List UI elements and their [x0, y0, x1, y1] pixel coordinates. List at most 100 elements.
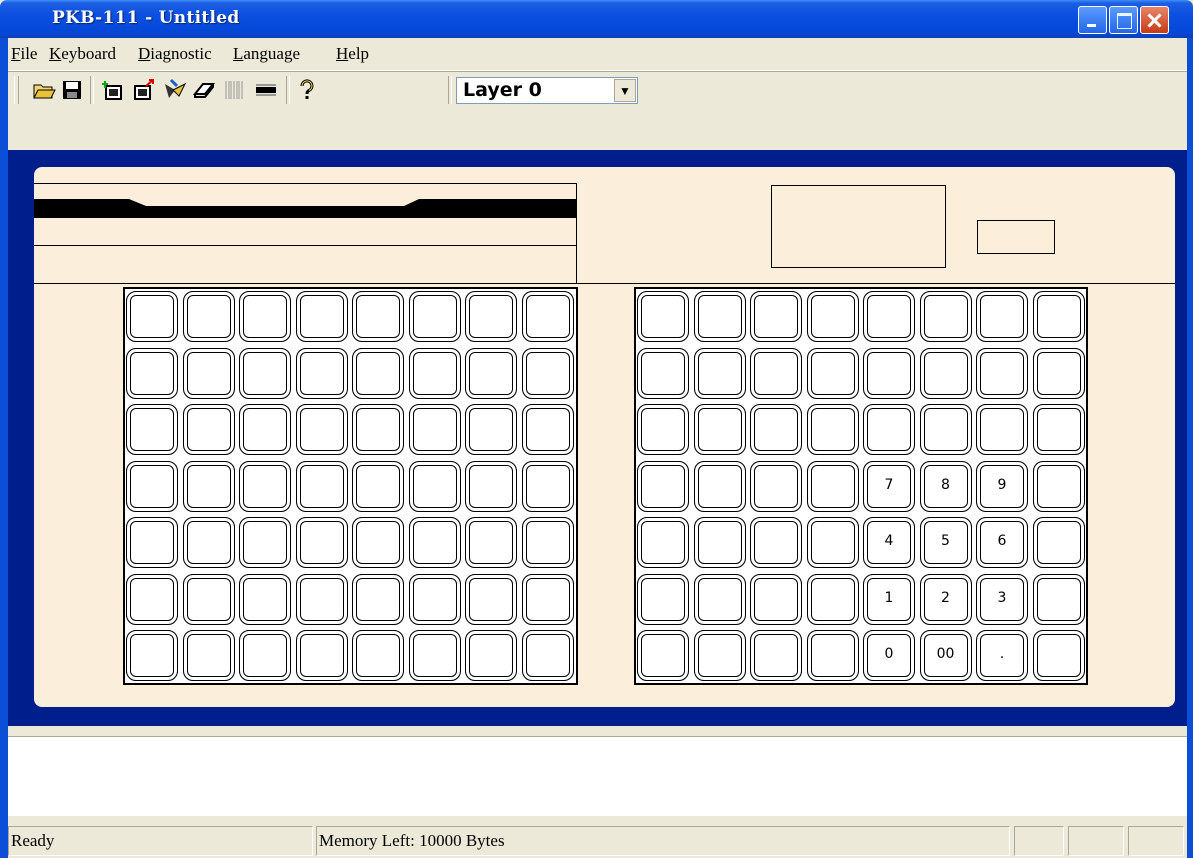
key-button[interactable]	[637, 517, 689, 568]
key-button[interactable]	[295, 291, 348, 342]
key-button[interactable]	[521, 404, 574, 455]
key-button[interactable]	[408, 291, 461, 342]
key-button[interactable]	[239, 404, 291, 455]
key-button[interactable]	[806, 291, 859, 342]
key-button[interactable]	[408, 460, 461, 512]
key-button[interactable]	[806, 404, 859, 455]
key-button[interactable]	[806, 460, 859, 512]
key-button[interactable]	[750, 573, 802, 625]
key-button[interactable]	[465, 291, 517, 342]
open-icon[interactable]	[32, 78, 56, 102]
key-button[interactable]	[352, 517, 404, 568]
key-button[interactable]	[352, 573, 404, 625]
key-button[interactable]	[750, 404, 802, 455]
close-button[interactable]	[1140, 6, 1169, 34]
key-button[interactable]	[295, 517, 348, 568]
key-button[interactable]	[693, 347, 746, 399]
key-button[interactable]	[352, 404, 404, 455]
key-button[interactable]	[521, 291, 574, 342]
key-button[interactable]	[295, 630, 348, 681]
key-button[interactable]	[637, 291, 689, 342]
key-button[interactable]	[295, 404, 348, 455]
key-button[interactable]	[239, 630, 291, 681]
key-button[interactable]	[239, 573, 291, 625]
key-button[interactable]	[239, 460, 291, 512]
key-button[interactable]	[295, 460, 348, 512]
key-button[interactable]: 2	[919, 573, 972, 625]
help-icon[interactable]	[295, 78, 319, 102]
menu-help[interactable]: Help	[336, 44, 369, 64]
minimize-button[interactable]	[1078, 6, 1107, 34]
key-button[interactable]	[863, 404, 915, 455]
key-button[interactable]	[408, 347, 461, 399]
key-button[interactable]: 00	[919, 630, 972, 681]
key-button[interactable]	[408, 630, 461, 681]
key-button[interactable]	[750, 460, 802, 512]
key-button[interactable]	[239, 291, 291, 342]
key-button[interactable]	[126, 404, 178, 455]
chevron-down-icon[interactable]: ▼	[614, 79, 636, 102]
key-button[interactable]	[1032, 404, 1085, 455]
key-button[interactable]	[693, 460, 746, 512]
key-button[interactable]: 7	[863, 460, 915, 512]
key-button[interactable]	[919, 404, 972, 455]
key-button[interactable]	[465, 347, 517, 399]
key-button[interactable]	[693, 573, 746, 625]
barcode-icon[interactable]	[222, 78, 246, 102]
insert-key-icon[interactable]	[101, 78, 125, 102]
key-button[interactable]	[750, 630, 802, 681]
key-button[interactable]	[182, 291, 235, 342]
key-button[interactable]	[919, 347, 972, 399]
eraser-icon[interactable]	[192, 78, 216, 102]
menu-diagnostic[interactable]: Diagnostic	[138, 44, 212, 64]
key-button[interactable]	[465, 630, 517, 681]
menu-keyboard[interactable]: Keyboard	[49, 44, 116, 64]
key-button[interactable]	[126, 630, 178, 681]
message-area[interactable]	[8, 736, 1187, 816]
key-button[interactable]	[182, 573, 235, 625]
key-button[interactable]	[750, 517, 802, 568]
key-button[interactable]: 8	[919, 460, 972, 512]
menu-language[interactable]: Language	[233, 44, 300, 64]
key-button[interactable]	[521, 517, 574, 568]
key-button[interactable]	[1032, 347, 1085, 399]
key-button[interactable]	[352, 347, 404, 399]
key-button[interactable]	[126, 517, 178, 568]
key-button[interactable]	[182, 347, 235, 399]
key-button[interactable]	[352, 291, 404, 342]
key-button[interactable]	[806, 630, 859, 681]
key-button[interactable]	[1032, 573, 1085, 625]
key-button[interactable]: 5	[919, 517, 972, 568]
key-button[interactable]: 4	[863, 517, 915, 568]
key-button[interactable]	[1032, 291, 1085, 342]
toolbar-grip[interactable]	[14, 76, 19, 104]
key-button[interactable]	[750, 291, 802, 342]
key-button[interactable]	[295, 347, 348, 399]
msr-strip-icon[interactable]	[254, 78, 278, 102]
key-button[interactable]	[693, 291, 746, 342]
key-button[interactable]	[863, 347, 915, 399]
key-button[interactable]	[976, 347, 1028, 399]
export-icon[interactable]	[132, 78, 156, 102]
key-button[interactable]	[1032, 517, 1085, 568]
key-button[interactable]	[182, 517, 235, 568]
key-button[interactable]	[1032, 630, 1085, 681]
key-button[interactable]	[408, 404, 461, 455]
key-button[interactable]	[126, 291, 178, 342]
display-area[interactable]	[771, 185, 946, 268]
key-button[interactable]	[521, 573, 574, 625]
layer-select[interactable]: Layer 0 ▼	[456, 77, 638, 104]
key-button[interactable]	[239, 517, 291, 568]
title-bar[interactable]: PKB-111 - Untitled	[0, 0, 1193, 38]
key-button[interactable]	[1032, 460, 1085, 512]
key-button[interactable]	[976, 404, 1028, 455]
key-button[interactable]	[637, 573, 689, 625]
key-button[interactable]	[126, 573, 178, 625]
key-button[interactable]	[126, 347, 178, 399]
key-button[interactable]	[750, 347, 802, 399]
key-button[interactable]	[521, 460, 574, 512]
key-button[interactable]	[637, 404, 689, 455]
key-button[interactable]	[806, 347, 859, 399]
key-button[interactable]	[806, 517, 859, 568]
key-button[interactable]: 3	[976, 573, 1028, 625]
